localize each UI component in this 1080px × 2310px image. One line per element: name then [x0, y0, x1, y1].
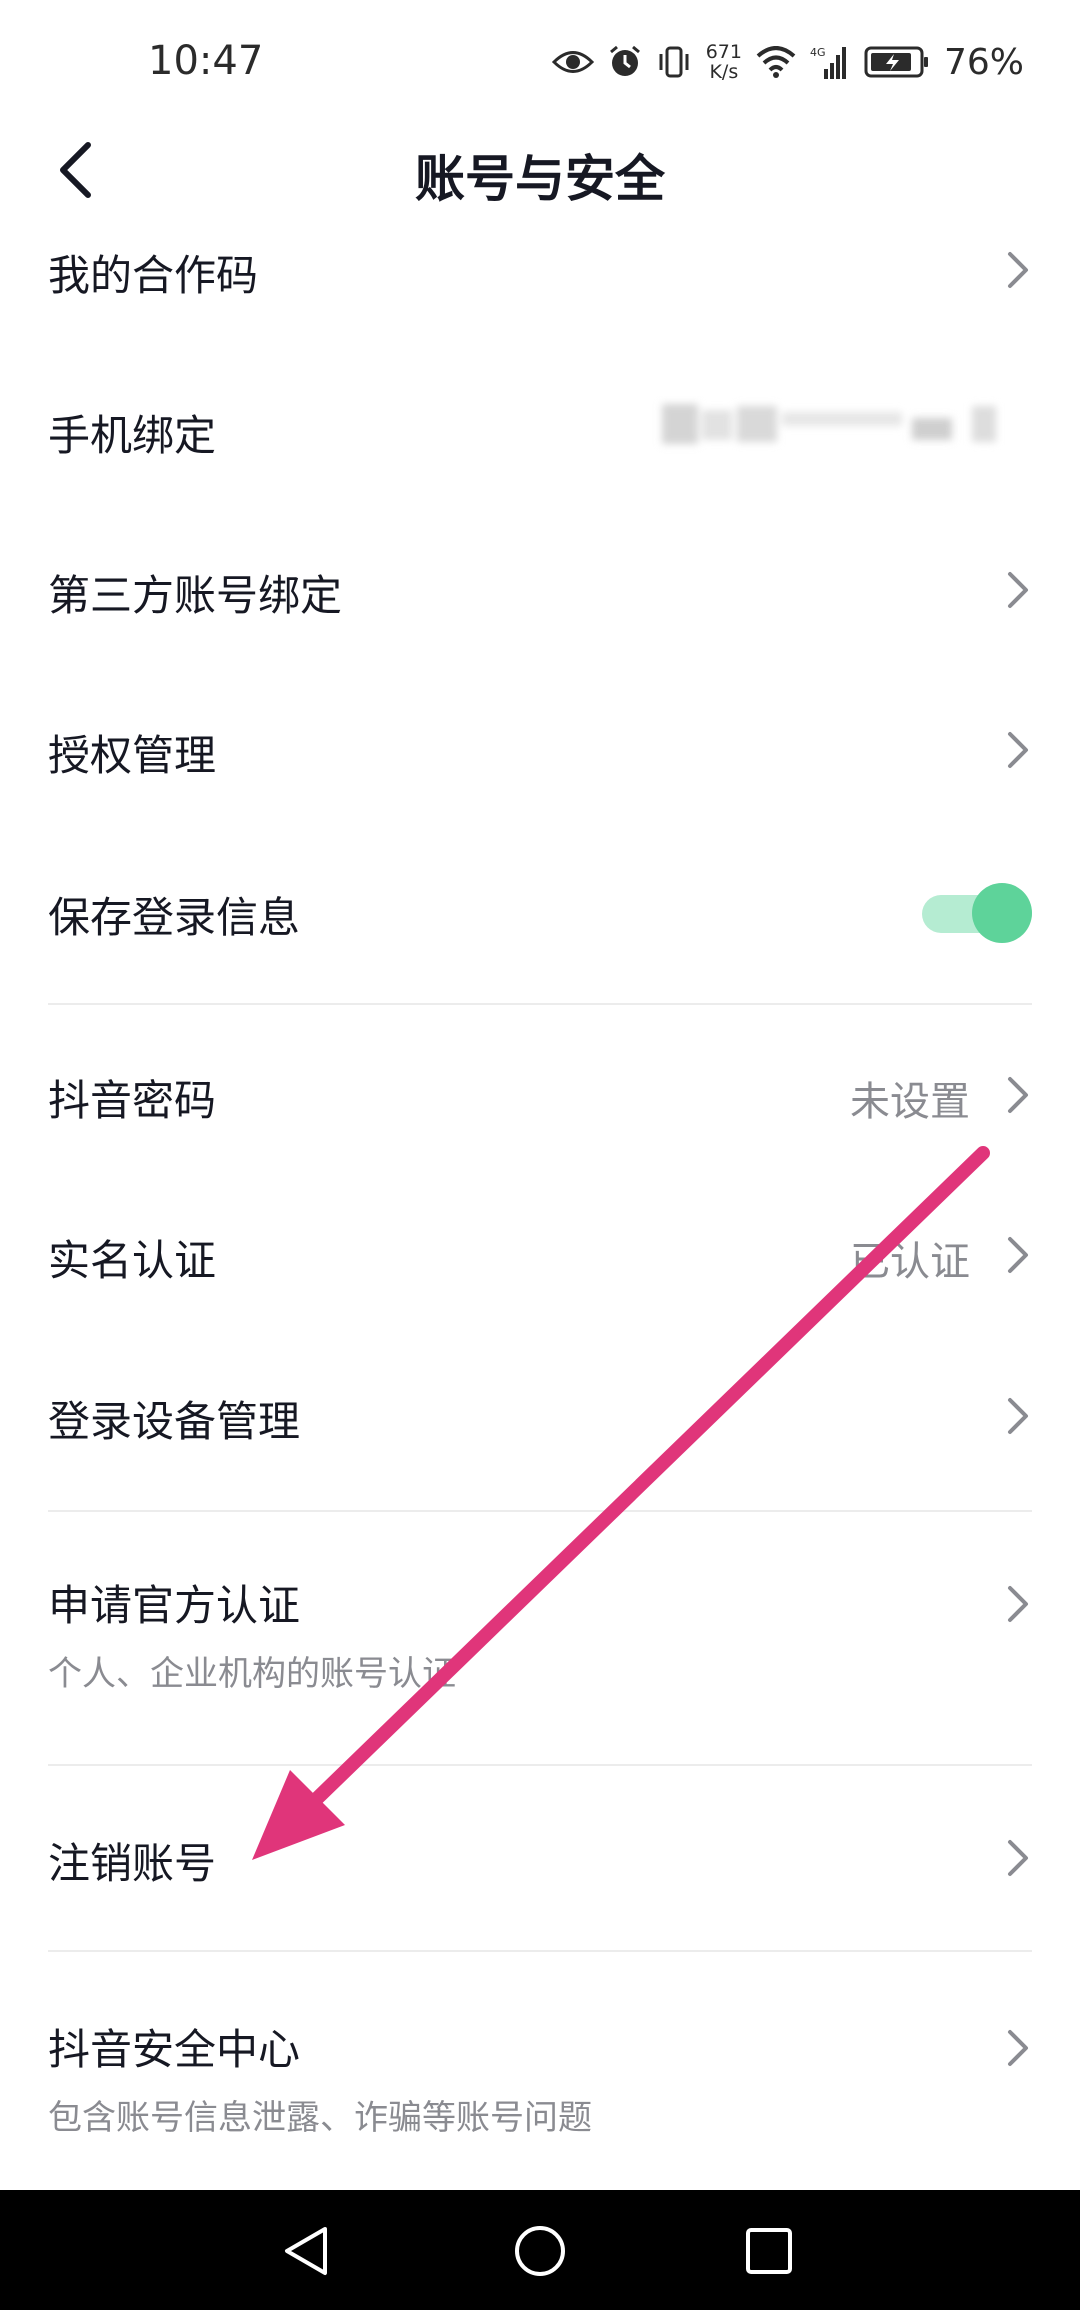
battery-charging-icon — [864, 45, 930, 79]
row-third-party-binding[interactable]: 第三方账号绑定 — [0, 540, 1080, 640]
network-speed-value: 671 — [705, 41, 742, 63]
row-douyin-password[interactable]: 抖音密码 未设置 — [0, 1045, 1080, 1145]
vibrate-icon — [656, 44, 692, 80]
triangle-back-icon — [285, 2227, 327, 2275]
chevron-right-icon — [1008, 2030, 1028, 2066]
account-security-page: 10:47 671 K/s 4G 76% 账号与安全 我的合作码 手机绑定 第三… — [0, 0, 1080, 2310]
chevron-right-icon — [1008, 732, 1028, 768]
network-type-label: 4G — [810, 46, 826, 59]
chevron-right-icon — [1008, 1586, 1028, 1622]
row-label: 登录设备管理 — [48, 1397, 301, 1446]
annotation-arrow — [252, 1146, 990, 1860]
battery-percent: 76% — [943, 41, 1024, 83]
row-label: 抖音密码 — [48, 1076, 217, 1125]
wifi-icon — [756, 46, 796, 78]
status-time: 10:47 — [148, 38, 264, 84]
eye-icon — [551, 47, 594, 77]
masked-phone-number — [662, 404, 996, 444]
network-speed-unit: K/s — [709, 61, 739, 83]
system-recents-button[interactable] — [734, 2216, 804, 2286]
row-official-certification[interactable]: 申请官方认证 个人、企业机构的账号认证 — [0, 1550, 1080, 1700]
row-real-name-verification[interactable]: 实名认证 已认证 — [0, 1205, 1080, 1305]
row-subtitle: 包含账号信息泄露、诈骗等账号问题 — [48, 2098, 592, 2138]
row-save-login-info: 保存登录信息 — [0, 862, 1080, 962]
chevron-right-icon — [1008, 1840, 1028, 1876]
page-title: 账号与安全 — [415, 150, 665, 208]
divider — [48, 1510, 1032, 1512]
row-label: 我的合作码 — [48, 251, 259, 300]
chevron-right-icon — [1008, 1398, 1028, 1434]
chevron-right-icon — [1008, 252, 1028, 288]
divider — [48, 1764, 1032, 1766]
row-label: 申请官方认证 — [48, 1581, 301, 1630]
row-label: 注销账号 — [48, 1839, 217, 1888]
chevron-right-icon — [1008, 572, 1028, 608]
system-back-button[interactable] — [272, 2216, 342, 2286]
row-label: 手机绑定 — [48, 411, 217, 460]
row-authorization[interactable]: 授权管理 — [0, 700, 1080, 800]
row-value: 未设置 — [850, 1079, 970, 1125]
circle-home-icon — [515, 2226, 565, 2276]
row-value: 已认证 — [850, 1239, 970, 1285]
square-recents-icon — [746, 2228, 792, 2274]
row-partner-code[interactable]: 我的合作码 — [0, 220, 1080, 320]
row-security-center[interactable]: 抖音安全中心 包含账号信息泄露、诈骗等账号问题 — [0, 1994, 1080, 2144]
divider — [48, 1950, 1032, 1952]
toggle-knob — [972, 883, 1032, 943]
row-label: 保存登录信息 — [48, 893, 301, 942]
row-cancel-account[interactable]: 注销账号 — [0, 1808, 1080, 1908]
network-speed: 671 K/s — [706, 42, 742, 82]
row-label: 授权管理 — [48, 731, 217, 780]
alarm-icon — [608, 44, 642, 80]
chevron-right-icon — [1008, 1237, 1028, 1273]
save-login-toggle[interactable] — [922, 883, 1032, 943]
system-home-button[interactable] — [505, 2216, 575, 2286]
divider — [48, 1003, 1032, 1005]
status-bar: 10:47 671 K/s 4G 76% — [0, 0, 1080, 125]
status-icons: 671 K/s 4G 76% — [551, 36, 1024, 88]
row-label: 第三方账号绑定 — [48, 571, 343, 620]
system-navigation-bar — [0, 2190, 1080, 2310]
chevron-right-icon — [1008, 1077, 1028, 1113]
row-login-device-management[interactable]: 登录设备管理 — [0, 1366, 1080, 1466]
row-label: 抖音安全中心 — [48, 2025, 301, 2074]
row-label: 实名认证 — [48, 1236, 217, 1285]
cellular-signal-icon: 4G — [810, 45, 850, 79]
navigation-bar: 账号与安全 — [0, 125, 1080, 220]
row-subtitle: 个人、企业机构的账号认证 — [48, 1654, 456, 1694]
